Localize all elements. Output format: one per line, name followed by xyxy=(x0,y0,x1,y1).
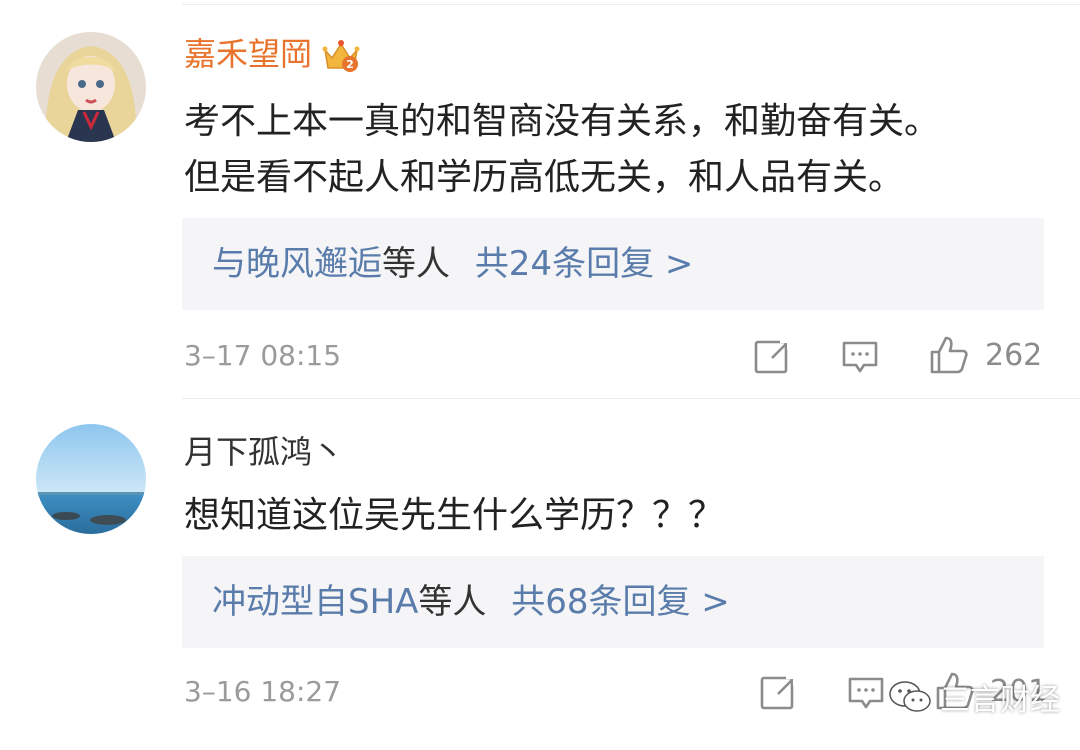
repost-icon[interactable] xyxy=(758,672,799,712)
wechat-icon xyxy=(888,679,932,715)
comment-icon[interactable] xyxy=(846,672,886,712)
watermark-text: 三言财经 xyxy=(940,683,1060,718)
comment-text-line: 想知道这位吴先生什么学历？？？ xyxy=(184,495,725,536)
reply-mid-text: 等人 xyxy=(418,582,487,622)
username[interactable]: 月下孤鸿丶 xyxy=(184,432,344,472)
reply-summary[interactable]: 冲动型自SHA等人 共68条回复 > xyxy=(182,556,1044,648)
comment-item: 月下孤鸿丶 想知道这位吴先生什么学历？？？ 冲动型自SHA等人 共68条回复 >… xyxy=(0,0,1080,750)
watermark: 三言财经 xyxy=(888,672,1060,722)
avatar[interactable] xyxy=(36,424,146,534)
reply-author-link[interactable]: 冲动型自SHA xyxy=(212,582,418,622)
comment-time: 3–16 18:27 xyxy=(184,675,342,708)
reply-count-link[interactable]: 共68条回复 > xyxy=(511,582,730,622)
